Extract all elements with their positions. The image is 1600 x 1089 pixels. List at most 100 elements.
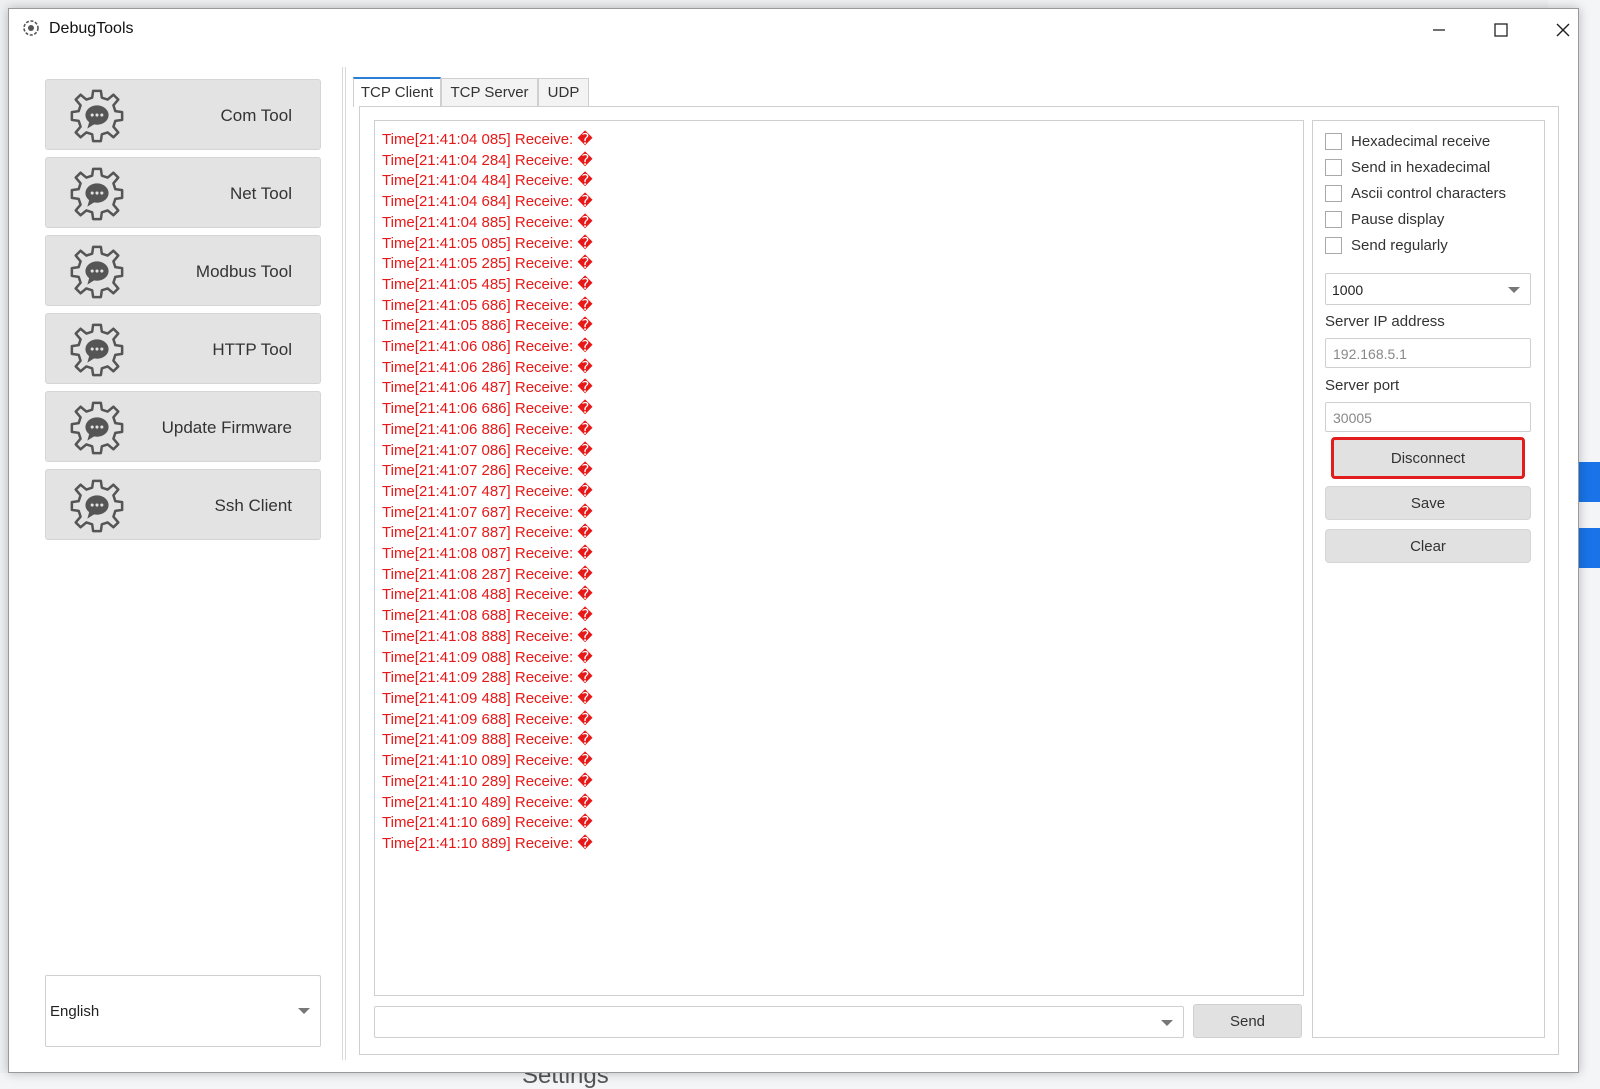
- sidebar-item-update-firmware[interactable]: Update Firmware: [45, 391, 321, 462]
- language-value: English: [50, 1003, 100, 1020]
- interval-value: 1000: [1332, 282, 1364, 298]
- log-line: Time[21:41:10 289] Receive: �: [382, 772, 593, 790]
- log-line: Time[21:41:05 285] Receive: �: [382, 255, 593, 273]
- log-line: Time[21:41:04 284] Receive: �: [382, 151, 593, 169]
- log-line: Time[21:41:07 086] Receive: �: [382, 441, 593, 459]
- checkbox-box[interactable]: [1325, 184, 1342, 202]
- sidebar-item-label: Net Tool: [229, 184, 292, 203]
- log-line: Time[21:41:09 688] Receive: �: [382, 710, 593, 728]
- checkbox-label: Ascii control characters: [1351, 184, 1507, 202]
- disconnect-button[interactable]: Disconnect: [1331, 437, 1525, 479]
- log-line: Time[21:41:05 085] Receive: �: [382, 234, 593, 252]
- log-line: Time[21:41:04 684] Receive: �: [382, 193, 593, 211]
- sidebar-item-label: HTTP Tool: [212, 340, 292, 359]
- log-line: Time[21:41:08 488] Receive: �: [382, 586, 593, 604]
- background-desktop-bottom: [0, 1073, 1600, 1089]
- maximize-button[interactable]: [1478, 13, 1524, 47]
- log-line: Time[21:41:05 686] Receive: �: [382, 296, 593, 314]
- tab-tcp-server[interactable]: TCP Server: [441, 78, 538, 106]
- log-line: Time[21:41:10 089] Receive: �: [382, 752, 593, 770]
- gear-chat-icon: [70, 245, 124, 299]
- log-line: Time[21:41:09 288] Receive: �: [382, 669, 593, 687]
- maximize-icon: [1494, 23, 1508, 37]
- tab-tcp-client[interactable]: TCP Client: [353, 77, 441, 107]
- log-line: Time[21:41:08 287] Receive: �: [382, 565, 593, 583]
- sidebar-item-label: Modbus Tool: [195, 262, 292, 281]
- sidebar-item-label: Com Tool: [220, 106, 293, 125]
- log-line: Time[21:41:09 888] Receive: �: [382, 731, 593, 749]
- app-gear-icon: [23, 20, 39, 36]
- chevron-down-icon: [1508, 287, 1520, 293]
- sidebar-item-label: Update Firmware: [161, 418, 292, 437]
- window-title: DebugTools: [49, 20, 134, 37]
- gear-chat-icon: [70, 89, 124, 143]
- server-ip-label: Server IP address: [1325, 313, 1445, 330]
- send-input[interactable]: [374, 1006, 1184, 1038]
- sidebar-item-com-tool[interactable]: Com Tool: [45, 79, 321, 150]
- sidebar-item-label: Ssh Client: [214, 496, 292, 515]
- log-line: Time[21:41:04 484] Receive: �: [382, 172, 593, 190]
- log-line: Time[21:41:06 086] Receive: �: [382, 338, 593, 356]
- log-line: Time[21:41:07 286] Receive: �: [382, 462, 593, 480]
- checkbox-label: Hexadecimal receive: [1351, 132, 1491, 150]
- close-button[interactable]: [1540, 13, 1586, 47]
- log-line: Time[21:41:08 087] Receive: �: [382, 545, 593, 563]
- minimize-button[interactable]: [1416, 13, 1462, 47]
- clear-button[interactable]: Clear: [1325, 529, 1531, 563]
- gear-chat-icon: [70, 401, 124, 455]
- log-line: Time[21:41:05 886] Receive: �: [382, 317, 593, 335]
- tab-udp[interactable]: UDP: [538, 78, 589, 106]
- checkbox-label: Send in hexadecimal: [1351, 158, 1491, 176]
- send-button[interactable]: Send: [1193, 1004, 1302, 1038]
- checkbox-send-regularly[interactable]: Send regularly: [1325, 234, 1448, 256]
- checkbox-box[interactable]: [1325, 210, 1342, 228]
- background-blue-block: [1578, 528, 1600, 568]
- log-line: Time[21:41:09 088] Receive: �: [382, 648, 593, 666]
- chevron-down-icon: [298, 1008, 310, 1014]
- splitter[interactable]: [342, 67, 346, 1060]
- log-line: Time[21:41:06 686] Receive: �: [382, 400, 593, 418]
- chevron-down-icon: [1161, 1020, 1173, 1026]
- title-bar[interactable]: DebugTools: [9, 9, 1578, 49]
- checkbox-label: Send regularly: [1351, 236, 1448, 254]
- log-line: Time[21:41:08 688] Receive: �: [382, 607, 593, 625]
- log-line: Time[21:41:05 485] Receive: �: [382, 275, 593, 293]
- checkbox-pause-display[interactable]: Pause display: [1325, 208, 1444, 230]
- language-select[interactable]: English: [45, 975, 321, 1047]
- log-line: Time[21:41:06 286] Receive: �: [382, 358, 593, 376]
- checkbox-send-in-hexadecimal[interactable]: Send in hexadecimal: [1325, 156, 1490, 178]
- interval-select[interactable]: 1000: [1325, 273, 1531, 305]
- checkbox-box[interactable]: [1325, 158, 1342, 176]
- background-blue-block: [1578, 462, 1600, 502]
- server-port-label: Server port: [1325, 377, 1400, 394]
- gear-chat-icon: [70, 479, 124, 533]
- sidebar-item-ssh-client[interactable]: Ssh Client: [45, 469, 321, 540]
- options-panel: [1312, 120, 1545, 1038]
- checkbox-box[interactable]: [1325, 236, 1342, 254]
- log-line: Time[21:41:04 885] Receive: �: [382, 213, 593, 231]
- server-port-input[interactable]: 30005: [1325, 402, 1531, 432]
- checkbox-hexadecimal-receive[interactable]: Hexadecimal receive: [1325, 130, 1490, 152]
- receive-log[interactable]: Time[21:41:04 085] Receive: � Time[21:41:…: [374, 120, 1304, 996]
- checkbox-ascii-control-characters[interactable]: Ascii control characters: [1325, 182, 1506, 204]
- server-ip-input[interactable]: 192.168.5.1: [1325, 338, 1531, 368]
- gear-chat-icon: [70, 323, 124, 377]
- save-button[interactable]: Save: [1325, 486, 1531, 520]
- log-line: Time[21:41:07 887] Receive: �: [382, 524, 593, 542]
- log-line: Time[21:41:04 085] Receive: �: [382, 131, 593, 148]
- log-line: Time[21:41:07 687] Receive: �: [382, 503, 593, 521]
- close-icon: [1556, 23, 1570, 37]
- log-line: Time[21:41:10 489] Receive: �: [382, 793, 593, 811]
- log-line: Time[21:41:10 689] Receive: �: [382, 814, 593, 832]
- log-line: Time[21:41:09 488] Receive: �: [382, 689, 593, 707]
- sidebar-item-net-tool[interactable]: Net Tool: [45, 157, 321, 228]
- checkbox-label: Pause display: [1351, 210, 1445, 228]
- gear-chat-icon: [70, 167, 124, 221]
- sidebar-item-http-tool[interactable]: HTTP Tool: [45, 313, 321, 384]
- log-line: Time[21:41:10 889] Receive: �: [382, 834, 593, 852]
- checkbox-box[interactable]: [1325, 132, 1342, 150]
- log-line: Time[21:41:06 487] Receive: �: [382, 379, 593, 397]
- log-line: Time[21:41:08 888] Receive: �: [382, 627, 593, 645]
- sidebar-item-modbus-tool[interactable]: Modbus Tool: [45, 235, 321, 306]
- log-line: Time[21:41:06 886] Receive: �: [382, 420, 593, 438]
